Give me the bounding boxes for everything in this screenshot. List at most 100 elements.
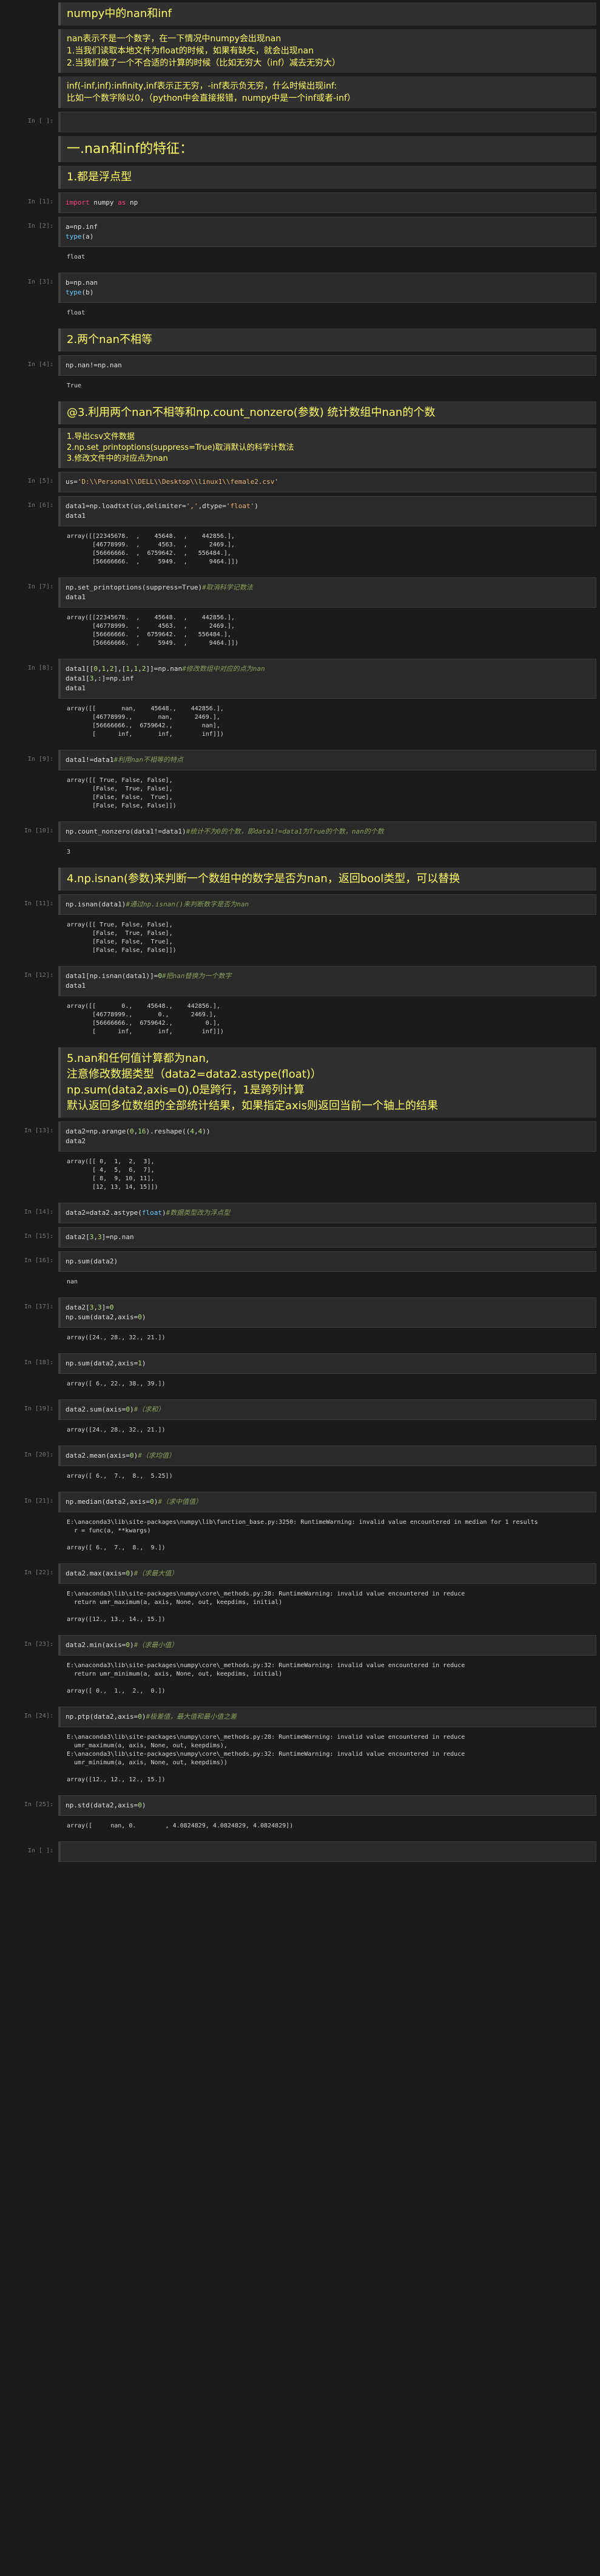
markdown-cell[interactable]: 2.两个nan不相等 [4,328,596,352]
code-cell[interactable]: In [11]: np.isnan(data1)#通过np.isnan()来判断数… [4,894,596,962]
markdown-cell[interactable]: @3.利用两个nan不相等和np.count_nonzero(参数) 统计数组中… [4,401,596,424]
code-cell[interactable]: In [18]: np.sum(data2,axis=1) array([ 6., … [4,1353,596,1396]
cell-prompt: In [16]: [24,1257,53,1264]
code-cell[interactable]: In [23]: data2.min(axis=0)#（求最小值） E:\anaco… [4,1635,596,1703]
code-cell[interactable]: In [24]: np.ptp(data2,axis=0)#极差值，最大值和最小值… [4,1707,596,1792]
code-line: data2=np.arange(0,16).reshape((4,4)) [66,1127,211,1135]
code-input[interactable]: data2=data2.astype(float)#数据类型改为浮点型 [58,1203,596,1223]
code-input[interactable]: data2=np.arange(0,16).reshape((4,4)) data… [58,1121,596,1152]
cell-prompt [4,136,58,162]
code-cell[interactable]: In [9]: data1!=data1#利用nan不相等的特点 array([[ … [4,750,596,818]
markdown-cell[interactable]: 1.都是浮点型 [4,166,596,189]
code-input[interactable]: import numpy as np [58,192,596,213]
code-input[interactable]: np.nan!=np.nan [58,355,596,376]
markdown-content: 5.nan和任何值计算都为nan, 注意修改数据类型（data2=data2.as… [58,1047,596,1118]
code-cell[interactable]: In [2]: a=np.inf type(a) float [4,217,596,269]
code-cell[interactable]: In [13]: data2=np.arange(0,16).reshape((4… [4,1121,596,1199]
notebook: numpy中的nan和inf nan表示不是一个数字，在一下情况中numpy会出现… [0,0,600,1868]
code-line: np.sum(data2) [66,1257,118,1265]
code-input[interactable]: data1[[0,1,2],[1,1,2]]=np.nan#修改数组中对应的点为… [58,659,596,699]
code-input[interactable] [58,112,596,132]
code-input[interactable]: np.sum(data2) [58,1251,596,1272]
code-cell[interactable]: In [1]: import numpy as np [4,192,596,213]
markdown-cell[interactable]: 4.np.isnan(参数)来判断一个数组中的数字是否为nan，返回bool类型… [4,868,596,891]
cell-prompt [4,29,58,73]
code-input[interactable]: np.isnan(data1)#通过np.isnan()来判断数字是否为nan [58,894,596,915]
cell-output: array([ 6., 22., 38., 39.]) [67,1381,166,1387]
code-line: np.isnan(data1)#通过np.isnan()来判断数字是否为nan [66,900,249,908]
cell-prompt [4,76,58,108]
code-line: np.ptp(data2,axis=0)#极差值，最大值和最小值之差 [66,1713,237,1721]
cell-prompt: In [5]: [27,478,53,484]
code-line: data1 [66,593,86,601]
code-cell[interactable]: In [ ]: [4,112,596,132]
code-input[interactable]: data2[3,3]=np.nan [58,1227,596,1248]
markdown-cell[interactable]: 5.nan和任何值计算都为nan, 注意修改数据类型（data2=data2.as… [4,1047,596,1118]
code-line: data1[[0,1,2],[1,1,2]]=np.nan#修改数组中对应的点为… [66,665,265,673]
code-cell[interactable]: In [20]: data2.mean(axis=0)#（求均值） array([ … [4,1446,596,1488]
markdown-cell[interactable]: numpy中的nan和inf [4,2,596,25]
code-cell[interactable]: In [17]: data2[3,3]=0 np.sum(data2,axis=0)… [4,1297,596,1350]
code-cell[interactable]: In [4]: np.nan!=np.nan True [4,355,596,398]
code-line: data2.min(axis=0)#（求最小值） [66,1641,178,1649]
cell-prompt: In [24]: [24,1713,53,1719]
code-input[interactable]: b=np.nan type(b) [58,273,596,303]
code-input[interactable]: np.median(data2,axis=0)#（求中值值） [58,1492,596,1512]
code-input[interactable]: data1!=data1#利用nan不相等的特点 [58,750,596,770]
code-cell[interactable]: In [19]: data2.sum(axis=0)#（求和） array([24.… [4,1399,596,1442]
code-input[interactable]: data2[3,3]=0 np.sum(data2,axis=0) [58,1297,596,1328]
code-input[interactable]: np.sum(data2,axis=1) [58,1353,596,1374]
markdown-line: 1.导出csv文件数据 [67,432,135,441]
code-line: data2[3,3]=0 [66,1303,114,1311]
code-cell[interactable]: In [10]: np.count_nonzero(data1!=data1)#统… [4,821,596,864]
markdown-cell[interactable]: 一.nan和inf的特征： [4,136,596,162]
code-cell[interactable]: In [3]: b=np.nan type(b) float [4,273,596,325]
cell-prompt [4,2,58,25]
code-cell[interactable]: In [15]: data2[3,3]=np.nan [4,1227,596,1248]
code-line: np.set_printoptions(suppress=True)#取消科学记… [66,583,253,591]
cell-prompt: In [21]: [24,1498,53,1504]
markdown-content: 一.nan和inf的特征： [58,136,596,162]
code-input[interactable]: data1=np.loadtxt(us,delimiter=',',dtype=… [58,496,596,526]
code-input[interactable] [58,1841,596,1862]
code-input[interactable]: np.set_printoptions(suppress=True)#取消科学记… [58,577,596,608]
cell-prompt: In [25]: [24,1801,53,1808]
code-cell[interactable]: In [22]: data2.max(axis=0)#（求最大值） E:\anaco… [4,1563,596,1631]
cell-prompt: In [1]: [27,199,53,205]
code-cell[interactable]: In [21]: np.median(data2,axis=0)#（求中值值） E:… [4,1492,596,1560]
code-input[interactable]: data2.max(axis=0)#（求最大值） [58,1563,596,1584]
code-input[interactable]: us='D:\\Personal\\DELL\\Desktop\\linux1\… [58,472,596,492]
code-cell[interactable]: In [16]: np.sum(data2) nan [4,1251,596,1294]
code-cell[interactable]: In [25]: np.std(data2,axis=0) array([ nan,… [4,1795,596,1838]
code-cell[interactable]: In [6]: data1=np.loadtxt(us,delimiter=','… [4,496,596,574]
markdown-line: 默认返回多位数组的全部统计结果，如果指定axis则返回当前一个轴上的结果 [67,1099,439,1112]
markdown-line: 2.np.set_printoptions(suppress=True)取消默认… [67,443,294,452]
code-cell[interactable]: In [7]: np.set_printoptions(suppress=True… [4,577,596,655]
markdown-cell[interactable]: 1.导出csv文件数据 2.np.set_printoptions(suppres… [4,428,596,468]
markdown-cell[interactable]: nan表示不是一个数字，在一下情况中numpy会出现nan 1.当我们读取本地文件… [4,29,596,73]
code-input[interactable]: np.count_nonzero(data1!=data1)#统计不为0的个数，… [58,821,596,842]
code-input[interactable]: np.ptp(data2,axis=0)#极差值，最大值和最小值之差 [58,1707,596,1727]
code-input[interactable]: data2.sum(axis=0)#（求和） [58,1399,596,1420]
code-input[interactable]: data1[np.isnan(data1)]=0#把nan替换为一个数字 data… [58,966,596,996]
markdown-line: 2.当我们做了一个不合适的计算的时候（比如无穷大（inf）减去无穷大） [67,58,341,68]
code-input[interactable]: data2.mean(axis=0)#（求均值） [58,1446,596,1466]
cell-prompt: In [22]: [24,1569,53,1576]
code-line: b=np.nan [66,279,98,287]
code-line: data2[3,3]=np.nan [66,1233,134,1241]
code-input[interactable]: a=np.inf type(a) [58,217,596,247]
code-cell[interactable]: In [8]: data1[[0,1,2],[1,1,2]]=np.nan#修改数… [4,659,596,746]
code-cell[interactable]: In [5]: us='D:\\Personal\\DELL\\Desktop\\… [4,472,596,492]
cell-output: array([ 6., 7., 8., 5.25]) [67,1473,173,1480]
markdown-cell[interactable]: inf(-inf,inf):infinity,inf表示正无穷，-inf表示负无… [4,76,596,108]
cell-prompt: In [23]: [24,1641,53,1648]
code-input[interactable]: data2.min(axis=0)#（求最小值） [58,1635,596,1656]
cell-output: array([[ 0., 45648., 442856.], [46778999… [67,1003,224,1035]
code-cell[interactable]: In [14]: data2=data2.astype(float)#数据类型改为… [4,1203,596,1223]
code-cell[interactable]: In [12]: data1[np.isnan(data1)]=0#把nan替换为… [4,966,596,1044]
cell-output: E:\anaconda3\lib\site-packages\numpy\cor… [67,1591,465,1623]
cell-output: float [67,310,86,316]
markdown-line: 1.当我们读取本地文件为float的时候，如果有缺失，就会出现nan [67,46,314,56]
code-cell[interactable]: In [ ]: [4,1841,596,1862]
code-input[interactable]: np.std(data2,axis=0) [58,1795,596,1816]
